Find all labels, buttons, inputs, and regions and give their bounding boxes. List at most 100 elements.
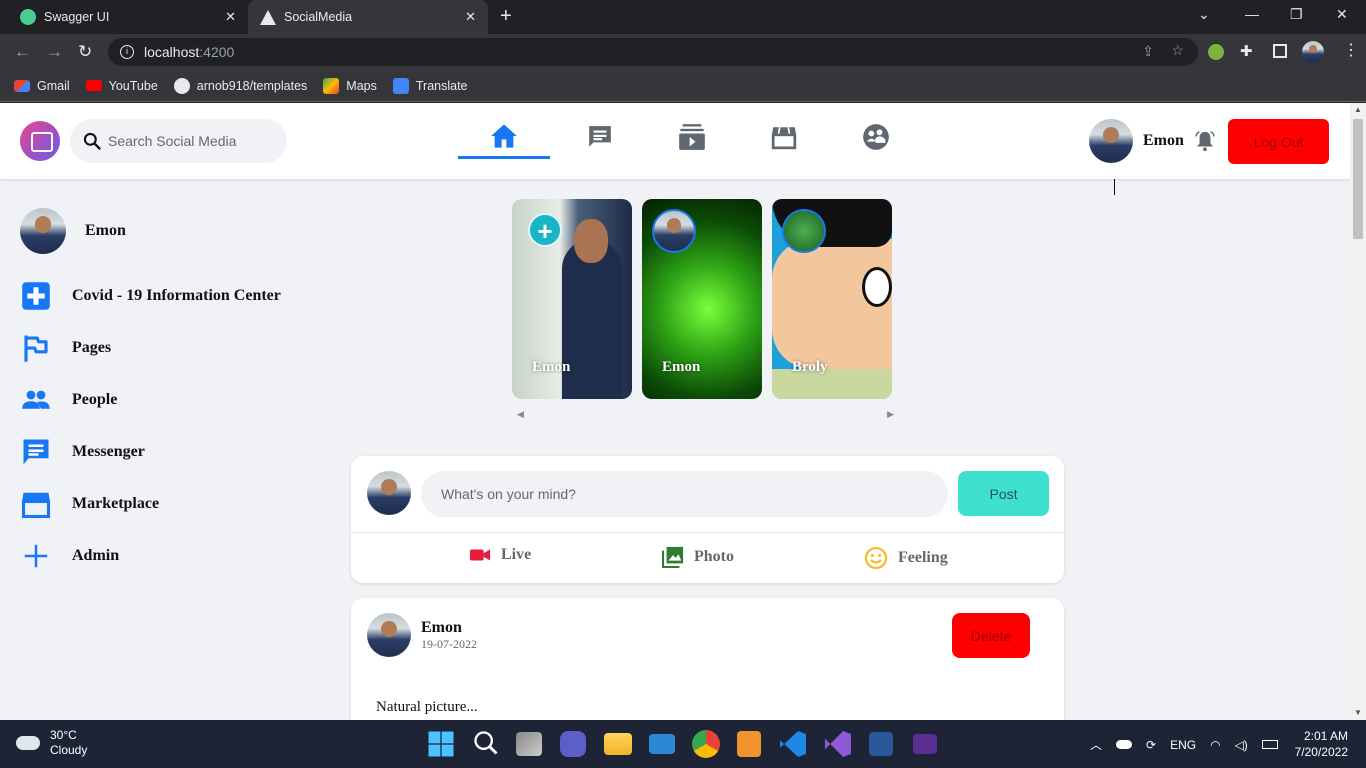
chrome-icon[interactable]	[692, 730, 720, 758]
forward-icon[interactable]: →	[46, 42, 63, 62]
sidebar-item-admin[interactable]: Admin	[20, 536, 310, 576]
logout-button[interactable]: Log Out	[1228, 119, 1329, 164]
story-card[interactable]: Emon	[642, 199, 762, 399]
scroll-left-icon[interactable]: ◀	[517, 409, 524, 420]
photo-button[interactable]: Photo	[662, 546, 734, 568]
extensions-puzzle-icon[interactable]: ✚	[1240, 42, 1253, 60]
visual-studio-icon[interactable]	[825, 731, 851, 757]
teams-icon[interactable]	[560, 731, 586, 757]
story-card[interactable]: Broly	[772, 199, 892, 399]
language-indicator[interactable]: ENG	[1170, 738, 1196, 752]
restore-icon[interactable]: ❐	[1290, 6, 1303, 23]
profile-avatar[interactable]	[1302, 41, 1324, 63]
scroll-right-icon[interactable]: ▶	[887, 409, 894, 420]
header-avatar[interactable]	[1089, 119, 1133, 163]
battery-icon[interactable]	[1261, 740, 1278, 749]
extension-green-icon[interactable]	[1208, 44, 1224, 60]
sidebar-item-people[interactable]: People	[20, 380, 310, 420]
back-icon[interactable]: ←	[14, 42, 31, 62]
minimize-icon[interactable]: —	[1245, 6, 1259, 22]
sidebar-item-messenger[interactable]: Messenger	[20, 432, 310, 472]
avatar[interactable]	[367, 613, 411, 657]
page-scrollbar[interactable]: ▲ ▼	[1350, 103, 1366, 720]
tab-search-icon[interactable]: ⌄	[1198, 6, 1210, 23]
bookmark-gmail[interactable]: Gmail	[14, 79, 70, 93]
bookmark-github[interactable]: arnob918/templates	[173, 77, 307, 94]
bookmark-translate[interactable]: Translate	[392, 77, 468, 94]
volume-icon[interactable]: ◁)	[1235, 738, 1248, 752]
info-icon[interactable]: i	[120, 45, 134, 59]
sidebar-item-profile[interactable]: Emon	[20, 208, 310, 254]
start-icon[interactable]	[426, 729, 456, 759]
story-avatar	[782, 209, 826, 253]
share-icon[interactable]: ⇪	[1142, 43, 1154, 60]
bookmark-maps[interactable]: Maps	[323, 77, 377, 94]
bookmark-star-icon[interactable]: ☆	[1171, 42, 1184, 59]
story-image	[862, 267, 892, 307]
close-window-icon[interactable]: ✕	[1336, 6, 1348, 23]
terminal-icon[interactable]	[913, 734, 937, 754]
sublime-text-icon[interactable]	[737, 731, 761, 757]
sidebar-item-marketplace[interactable]: Marketplace	[20, 484, 310, 524]
onedrive-icon[interactable]	[1116, 740, 1133, 749]
bookmark-label: Gmail	[37, 78, 70, 93]
live-button[interactable]: Live	[469, 546, 531, 564]
search-taskbar-icon[interactable]	[472, 729, 502, 759]
clock[interactable]: 2:01 AM 7/20/2022	[1288, 728, 1348, 760]
scroll-down-icon[interactable]: ▼	[1354, 708, 1362, 717]
temperature: 30°C	[50, 728, 77, 742]
page-viewport: Emon Log Out Emon Covid - 19 Information…	[0, 103, 1350, 720]
add-story-button[interactable]: +	[528, 213, 562, 247]
wifi-icon[interactable]: ◠	[1210, 738, 1220, 752]
vscode-icon[interactable]	[780, 731, 806, 757]
search-input[interactable]	[108, 133, 278, 149]
bookmark-youtube[interactable]: YouTube	[85, 79, 158, 93]
nav-groups[interactable]	[830, 115, 922, 159]
search-box[interactable]	[70, 119, 287, 163]
word-icon[interactable]	[869, 732, 893, 756]
side-panel-icon[interactable]	[1273, 44, 1287, 58]
watch-icon	[679, 124, 705, 150]
nav-messages[interactable]	[554, 115, 646, 159]
feeling-button[interactable]: Feeling	[864, 546, 948, 570]
stories-scrollbar[interactable]: ◀ ▶	[512, 409, 896, 423]
mail-icon[interactable]	[649, 734, 675, 754]
story-card[interactable]: + Emon	[512, 199, 632, 399]
tab-swagger-ui[interactable]: Swagger UI ✕	[8, 0, 248, 34]
plus-icon	[24, 544, 48, 568]
windows-taskbar: 30°C Cloudy ︿ ⟳ ENG ◠ ◁) 2:01 AM 7/20/20…	[0, 720, 1366, 768]
header-user-name[interactable]: Emon	[1143, 132, 1184, 150]
sidebar-item-label: Emon	[85, 222, 126, 239]
post-button[interactable]: Post	[958, 471, 1049, 516]
post-input[interactable]	[421, 471, 948, 517]
browser-menu-icon[interactable]: ⋮	[1343, 40, 1359, 60]
new-tab-icon[interactable]: +	[500, 5, 512, 28]
scroll-up-icon[interactable]: ▲	[1354, 105, 1362, 114]
sidebar-item-covid[interactable]: Covid - 19 Information Center	[20, 276, 310, 316]
smile-icon	[864, 546, 888, 570]
chevron-up-icon[interactable]: ︿	[1090, 736, 1102, 753]
nav-home[interactable]	[458, 115, 550, 159]
sync-icon[interactable]: ⟳	[1146, 738, 1156, 752]
weather-widget[interactable]: 30°C Cloudy	[16, 728, 87, 758]
file-explorer-icon[interactable]	[604, 733, 632, 755]
scrollbar-thumb[interactable]	[1353, 119, 1363, 239]
bell-icon[interactable]	[1194, 129, 1216, 153]
tab-socialmedia[interactable]: SocialMedia ✕	[248, 0, 488, 34]
nav-marketplace[interactable]	[738, 115, 830, 159]
app-logo[interactable]	[20, 121, 60, 161]
nav-watch[interactable]	[646, 115, 738, 159]
url-port: :4200	[199, 44, 235, 60]
avatar	[367, 471, 411, 515]
app-header: Emon Log Out	[0, 103, 1350, 179]
maps-icon	[323, 77, 340, 94]
weather-condition: Cloudy	[50, 743, 88, 757]
reload-icon[interactable]: ↻	[78, 42, 92, 62]
delete-button[interactable]: Delete	[952, 613, 1030, 658]
post-author[interactable]: Emon	[421, 619, 462, 637]
sidebar-item-pages[interactable]: Pages	[20, 328, 310, 368]
close-tab-icon[interactable]: ✕	[465, 9, 476, 25]
address-bar[interactable]: i localhost:4200 ⇪ ☆	[108, 38, 1198, 66]
task-view-icon[interactable]	[516, 732, 542, 756]
close-tab-icon[interactable]: ✕	[225, 9, 236, 25]
